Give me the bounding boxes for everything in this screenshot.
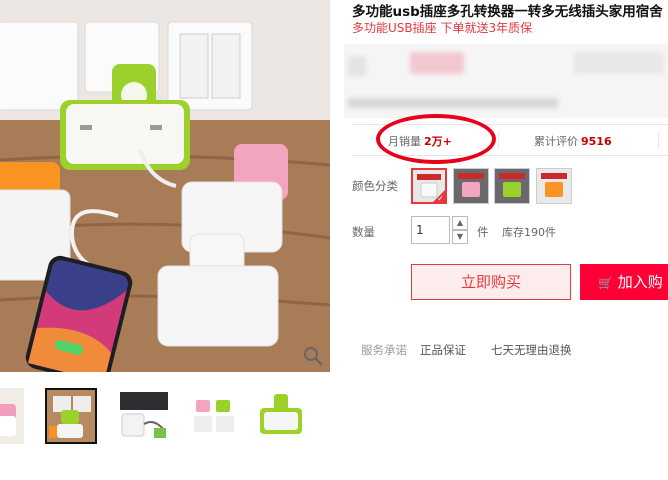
product-subtitle: 多功能USB插座 下单就送3年质保	[352, 21, 533, 35]
quantity-unit: 件	[477, 225, 489, 239]
service-item-7day-return[interactable]: 七天无理由退换	[491, 342, 572, 358]
price-area-blurred	[344, 44, 668, 118]
wall-socket-left	[0, 21, 79, 111]
main-product-image	[0, 0, 330, 372]
color-swatch-1[interactable]: ✓	[411, 168, 447, 204]
blurred-line	[348, 98, 558, 108]
cart-icon: 🛒	[598, 276, 613, 290]
review-count-value: 9516	[581, 135, 612, 148]
sales-stats-bar: 月销量 2万+ 累计评价 9516	[352, 114, 668, 164]
service-label: 服务承诺	[361, 343, 407, 357]
service-item-authentic[interactable]: 正品保证	[420, 342, 466, 358]
divider	[658, 133, 659, 149]
magnifier-icon[interactable]	[301, 344, 325, 368]
product-title: 多功能usb插座多孔转换器一转多无线插头家用宿舍	[352, 4, 663, 20]
quantity-input[interactable]	[411, 216, 450, 244]
product-info-panel: 多功能usb插座多孔转换器一转多无线插头家用宿舍 多功能USB插座 下单就送3年…	[344, 0, 668, 480]
add-to-cart-button[interactable]: 🛒 加入购	[580, 264, 668, 300]
check-icon: ✓	[437, 194, 444, 203]
blurred-block	[348, 56, 366, 76]
add-to-cart-label: 加入购	[617, 273, 663, 291]
color-label: 颜色分类	[352, 179, 398, 193]
chevron-up-icon[interactable]: ▲	[452, 216, 468, 230]
thumbnail-4[interactable]	[188, 388, 240, 444]
color-swatch-2[interactable]	[453, 168, 489, 204]
color-swatch-3[interactable]	[494, 168, 530, 204]
quantity-label: 数量	[352, 225, 375, 239]
thumbnail-5[interactable]	[254, 388, 306, 444]
review-count-label: 累计评价	[534, 135, 578, 148]
blurred-price	[410, 52, 464, 74]
thumbnail-2[interactable]	[45, 388, 97, 444]
color-swatch-4[interactable]	[536, 168, 572, 204]
stock-count: 库存190件	[502, 226, 556, 239]
product-photo	[0, 0, 330, 372]
divider	[498, 133, 499, 149]
thumbnail-3[interactable]	[118, 388, 170, 444]
thumbnail-1[interactable]	[0, 388, 24, 444]
buy-now-button[interactable]: 立即购买	[411, 264, 571, 300]
annotation-highlight-circle	[376, 114, 496, 164]
blurred-block	[574, 52, 664, 74]
chevron-down-icon[interactable]: ▼	[452, 230, 468, 244]
review-count[interactable]: 累计评价 9516	[534, 133, 612, 149]
thumbnail-strip	[0, 388, 330, 448]
